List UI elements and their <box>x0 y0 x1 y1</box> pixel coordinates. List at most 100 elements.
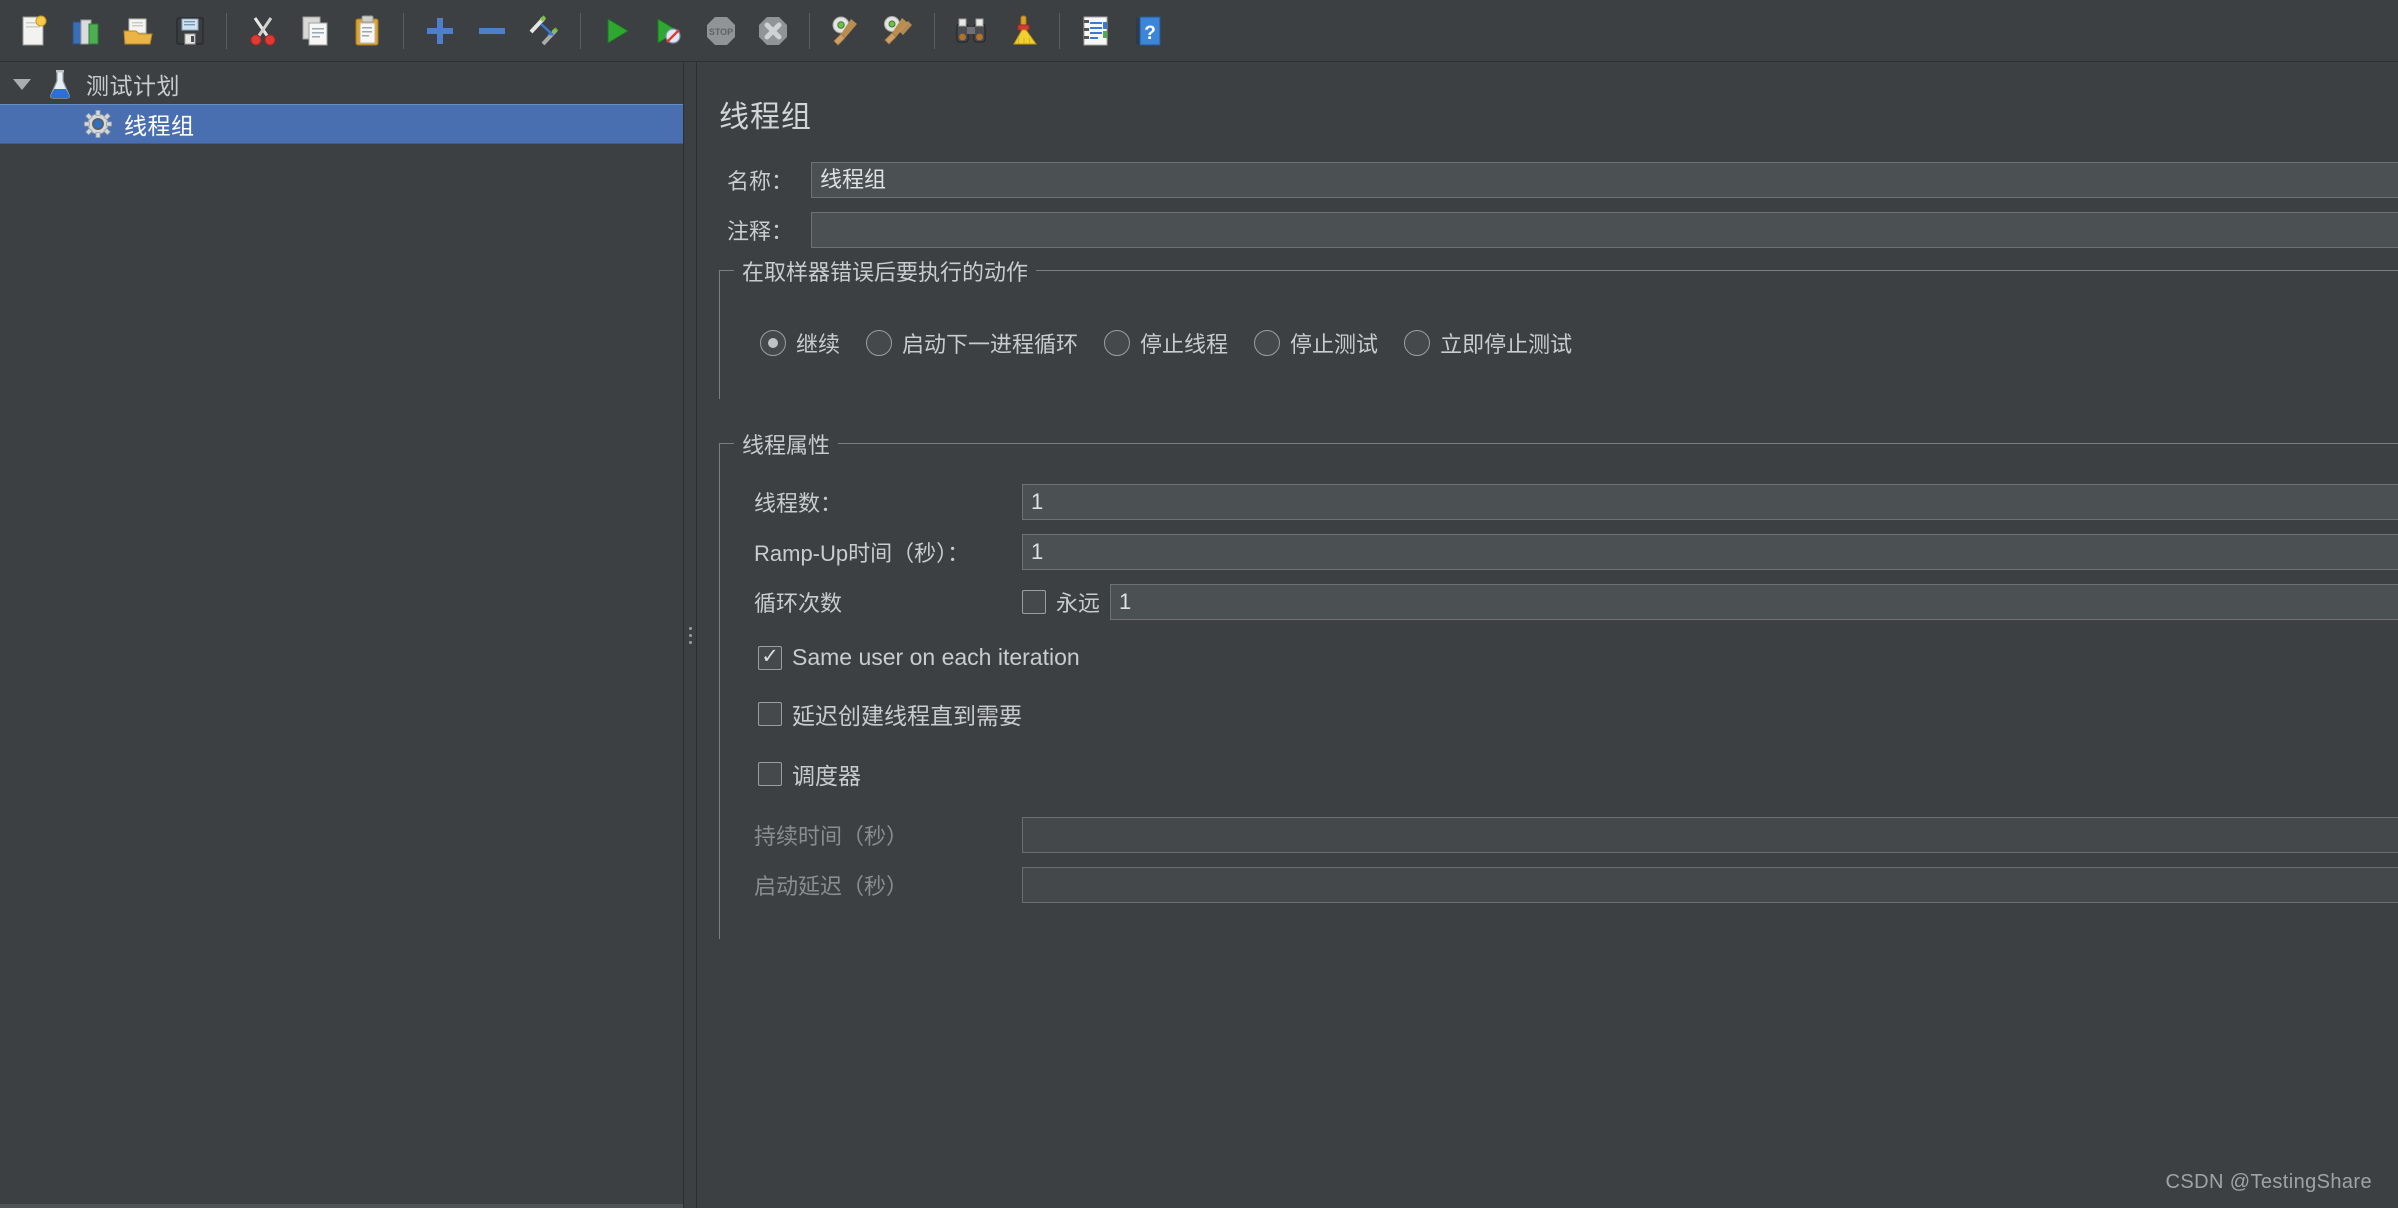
duration-input[interactable] <box>1022 817 2398 853</box>
copy-button[interactable] <box>289 5 341 57</box>
yellow-broom-icon <box>1013 15 1037 44</box>
plus-icon <box>427 17 453 44</box>
start-button[interactable] <box>591 5 643 57</box>
delayed-start-row: 延迟创建线程直到需要 <box>720 697 2398 731</box>
open-button[interactable] <box>112 5 164 57</box>
shutdown-button[interactable] <box>747 5 799 57</box>
new-file-icon <box>22 15 47 45</box>
stop-button[interactable]: STOP <box>695 5 747 57</box>
stop-sign-icon: STOP <box>707 16 735 45</box>
on-sampler-error-group: 在取样器错误后要执行的动作 继续 启动下一进程循环 停止线程 停止测试 立即停止… <box>719 255 2398 399</box>
gear-broom-icon <box>832 16 857 46</box>
reset-search-button[interactable] <box>997 5 1049 57</box>
tree-node-label: 测试计划 <box>86 73 180 99</box>
on-sampler-error-radio-group: 继续 启动下一进程循环 停止线程 停止测试 立即停止测试 <box>720 327 2398 359</box>
save-button[interactable] <box>164 5 216 57</box>
thread-group-panel: 线程组 名称： 线程组 注释： 在取样器错误后要执行的动作 继续 启动下一进程循… <box>697 62 2398 1208</box>
notebook-icon <box>1083 16 1108 45</box>
loops-input[interactable]: 1 <box>1110 584 2398 620</box>
radio-stop-test[interactable]: 停止测试 <box>1254 327 1378 359</box>
toolbar-separator <box>934 12 935 49</box>
expand-toggle-test-plan[interactable] <box>4 78 40 90</box>
copy-icon <box>302 16 328 45</box>
start-no-timers-button[interactable] <box>643 5 695 57</box>
cut-button[interactable] <box>237 5 289 57</box>
clear-all-button[interactable] <box>872 5 924 57</box>
toolbar-separator <box>403 12 404 49</box>
scheduler-checkbox[interactable]: 调度器 <box>758 757 861 791</box>
shutdown-x-icon <box>759 16 787 45</box>
radio-stop-test-now-indicator <box>1404 330 1431 356</box>
radio-start-next-loop[interactable]: 启动下一进程循环 <box>866 327 1078 359</box>
binoculars-icon <box>956 18 986 42</box>
templates-button[interactable] <box>60 5 112 57</box>
help-book-icon: ? <box>1136 16 1161 45</box>
tree-node-thread-group[interactable]: 线程组 <box>0 104 683 144</box>
collapse-all-button[interactable] <box>466 5 518 57</box>
radio-start-next-loop-label: 启动下一进程循环 <box>902 332 1079 357</box>
new-file-button[interactable] <box>8 5 60 57</box>
loops-row: 循环次数 永远 1 <box>720 584 2398 620</box>
minus-icon <box>479 27 505 34</box>
delayed-start-label: 延迟创建线程直到需要 <box>792 703 1022 729</box>
panel-splitter[interactable] <box>683 62 697 1208</box>
splitter-grip-icon <box>688 626 692 644</box>
toolbar-separator <box>809 12 810 49</box>
svg-text:?: ? <box>1144 23 1156 44</box>
radio-stop-thread[interactable]: 停止线程 <box>1104 327 1228 359</box>
search-button[interactable] <box>945 5 997 57</box>
rampup-input[interactable]: 1 <box>1022 534 2398 570</box>
comment-input[interactable] <box>811 212 2398 248</box>
group-top-spacer <box>720 474 2398 484</box>
threads-input[interactable]: 1 <box>1022 484 2398 520</box>
delayed-start-checkbox[interactable]: 延迟创建线程直到需要 <box>758 697 1022 731</box>
radio-stop-thread-indicator <box>1104 330 1131 356</box>
toggle-pencil-icon <box>529 14 559 45</box>
templates-icon <box>72 19 99 44</box>
gear-thread-icon <box>78 110 118 138</box>
jmeter-window: STOP ? 测试计划 线程组 线程组 名称： 线程组 注释： 在取样器错误后要… <box>0 0 2398 1208</box>
tree-node-label: 线程组 <box>124 113 195 139</box>
same-user-checkbox-indicator <box>758 645 782 670</box>
same-user-checkbox[interactable]: Same user on each iteration <box>758 644 1080 671</box>
thread-properties-group-title: 线程属性 <box>734 428 839 460</box>
tree-bottom-strip <box>0 1204 683 1208</box>
forever-checkbox[interactable]: 永远 <box>1022 586 1100 618</box>
main-body: 测试计划 线程组 线程组 名称： 线程组 注释： 在取样器错误后要执行的动作 继… <box>0 62 2398 1208</box>
test-plan-tree[interactable]: 测试计划 线程组 <box>0 62 683 1208</box>
comment-label: 注释： <box>726 219 793 244</box>
help-button[interactable]: ? <box>1122 5 1174 57</box>
gear-broom-all-icon <box>884 15 912 45</box>
expand-all-button[interactable] <box>414 5 466 57</box>
comment-field-row: 注释： <box>719 212 2398 248</box>
play-green-icon <box>607 17 629 44</box>
paste-button[interactable] <box>341 5 393 57</box>
radio-continue[interactable]: 继续 <box>760 327 840 359</box>
startup-delay-label: 启动延迟（秒） <box>754 874 909 899</box>
toolbar-separator <box>580 12 581 49</box>
duration-label: 持续时间（秒） <box>754 824 909 849</box>
name-label: 名称： <box>726 169 793 194</box>
name-input[interactable]: 线程组 <box>811 162 2398 198</box>
startup-delay-input[interactable] <box>1022 867 2398 903</box>
radio-stop-test-indicator <box>1254 330 1281 356</box>
scheduler-checkbox-indicator <box>758 762 782 786</box>
radio-stop-test-label: 停止测试 <box>1290 332 1379 357</box>
toolbar: STOP ? <box>0 0 2398 62</box>
name-field-row: 名称： 线程组 <box>719 162 2398 198</box>
radio-stop-test-now-label: 立即停止测试 <box>1440 332 1573 357</box>
flask-icon <box>40 69 80 99</box>
function-helper-button[interactable] <box>1070 5 1122 57</box>
clear-button[interactable] <box>820 5 872 57</box>
scheduler-label: 调度器 <box>792 763 861 789</box>
toggle-button[interactable] <box>518 5 570 57</box>
radio-stop-test-now[interactable]: 立即停止测试 <box>1404 327 1572 359</box>
open-folder-icon <box>123 18 153 44</box>
same-user-row: Same user on each iteration <box>720 644 2398 671</box>
startup-delay-row: 启动延迟（秒） <box>720 867 2398 903</box>
same-user-label: Same user on each iteration <box>792 644 1080 670</box>
chevron-down-icon <box>13 78 31 90</box>
tree-node-test-plan[interactable]: 测试计划 <box>0 64 683 104</box>
forever-checkbox-indicator <box>1022 590 1046 614</box>
on-sampler-error-group-title: 在取样器错误后要执行的动作 <box>734 255 1037 287</box>
